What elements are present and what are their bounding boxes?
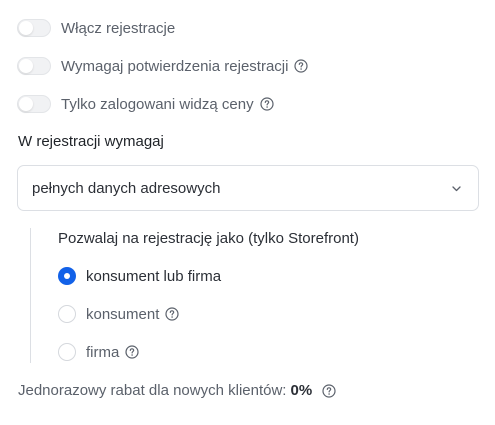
question-circle-icon[interactable] xyxy=(322,383,336,398)
radio-label: firma xyxy=(86,343,120,361)
discount-value: 0% xyxy=(290,382,313,399)
radio-company[interactable]: firma xyxy=(58,343,139,361)
toggle-row-enable-registration: Włącz rejestracje xyxy=(17,19,175,37)
logged-in-prices-toggle[interactable] xyxy=(17,95,51,113)
logged-in-prices-label: Tylko zalogowani widzą ceny xyxy=(61,95,254,113)
enable-registration-toggle[interactable] xyxy=(17,19,51,37)
question-circle-icon[interactable] xyxy=(125,345,139,359)
register-as-title: Pozwalaj na rejestrację jako (tylko Stor… xyxy=(58,230,359,247)
registration-requirement-title: W rejestracji wymagaj xyxy=(18,133,164,150)
discount-label: Jednorazowy rabat dla nowych klientów: xyxy=(18,382,287,399)
toggle-row-require-confirmation: Wymagaj potwierdzenia rejestracji xyxy=(17,57,309,75)
radio-button[interactable] xyxy=(58,343,76,361)
radio-label: konsument xyxy=(86,305,160,323)
radio-label: konsument lub firma xyxy=(86,267,222,285)
radio-button[interactable] xyxy=(58,267,76,285)
register-as-group-border xyxy=(30,228,31,363)
toggle-row-logged-prices: Tylko zalogowani widzą ceny xyxy=(17,95,274,113)
question-circle-icon[interactable] xyxy=(294,59,309,73)
enable-registration-label: Włącz rejestracje xyxy=(61,19,176,37)
select-value: pełnych danych adresowych xyxy=(32,179,221,197)
require-confirmation-label: Wymagaj potwierdzenia rejestracji xyxy=(61,57,289,75)
question-circle-icon[interactable] xyxy=(260,97,274,111)
radio-button[interactable] xyxy=(58,305,76,323)
radio-consumer-or-company[interactable]: konsument lub firma xyxy=(58,267,221,285)
question-circle-icon[interactable] xyxy=(165,307,179,321)
registration-requirement-select[interactable]: pełnych danych adresowych xyxy=(17,165,479,211)
new-customer-discount: Jednorazowy rabat dla nowych klientów: 0… xyxy=(18,382,336,399)
require-confirmation-toggle[interactable] xyxy=(17,57,51,75)
chevron-down-icon xyxy=(452,186,461,192)
radio-consumer[interactable]: konsument xyxy=(58,305,179,323)
